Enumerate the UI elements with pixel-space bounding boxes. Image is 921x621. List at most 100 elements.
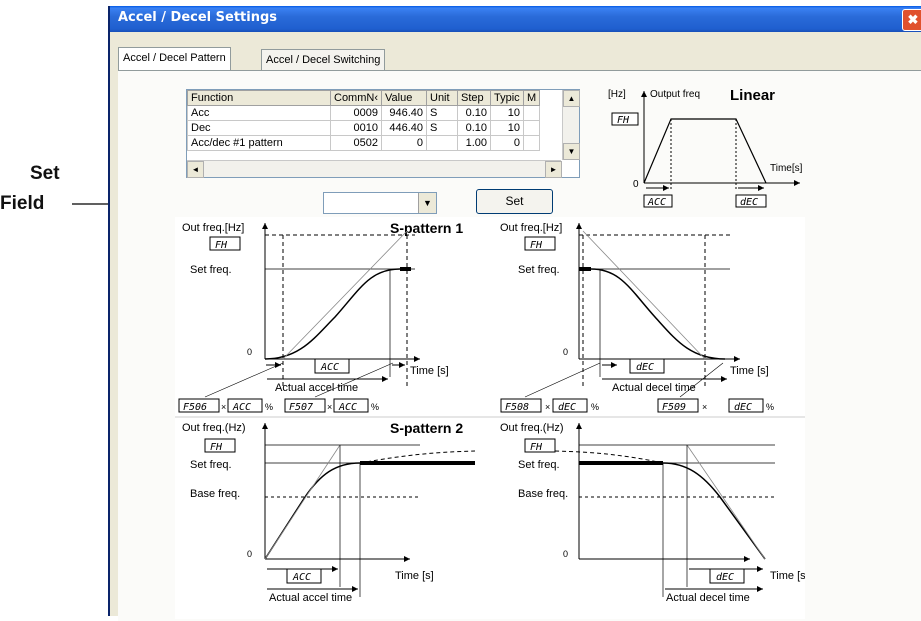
cell-unit[interactable] [426, 135, 458, 151]
set-field-dropdown[interactable]: ▼ [323, 192, 437, 214]
column-header-unit[interactable]: Unit [426, 90, 458, 106]
linear-ylabel: Output freq [650, 89, 700, 100]
s1-times-3: × [545, 402, 550, 412]
acc-display-text: ACC [647, 197, 666, 208]
s2-set-freq-decel: Set freq. [518, 459, 560, 471]
linear-time-label: Time[s] [770, 163, 803, 174]
cell-function[interactable]: Acc [187, 105, 331, 121]
cell-typical[interactable]: 10 [490, 120, 524, 136]
s2-base-freq-accel: Base freq. [190, 488, 240, 500]
s1-zero-accel: 0 [247, 347, 252, 357]
cell-typical[interactable]: 10 [490, 105, 524, 121]
cell-m[interactable] [522, 135, 541, 151]
s2-title: S-pattern 2 [390, 420, 463, 436]
s1-dec-box: dEC [636, 362, 654, 373]
cell-function[interactable]: Dec [187, 120, 331, 136]
column-header-step[interactable]: Step [457, 90, 491, 106]
s1-times-1: × [221, 402, 226, 412]
cell-m[interactable] [522, 120, 541, 136]
s2-acc-box: ACC [292, 572, 311, 583]
table-row[interactable]: Acc 0009 946.40 S 0.10 10 [187, 105, 541, 121]
s1-time-accel: Time [s] [410, 365, 449, 377]
cell-commno[interactable]: 0010 [330, 120, 382, 136]
s1-f508-box: F508 [505, 402, 529, 413]
cell-m[interactable] [522, 105, 541, 121]
table-row[interactable]: Dec 0010 446.40 S 0.10 10 [187, 120, 541, 136]
linear-pattern-diagram: [Hz] Output freq Linear FH 0 Time[s] ACC… [608, 87, 803, 208]
s1-f509-box: F509 [662, 402, 686, 413]
dec-display-text: dEC [740, 197, 758, 208]
s1-f506-box: F506 [183, 402, 207, 413]
parameter-grid[interactable]: Function CommN‹ Value Unit Step Typic M … [186, 89, 580, 178]
vertical-scrollbar[interactable]: ▲ ▼ [562, 90, 580, 160]
s1-times-4: × [702, 402, 707, 412]
column-header-function[interactable]: Function [187, 90, 331, 106]
scroll-right-icon[interactable]: ► [545, 161, 562, 178]
window-title: Accel / Decel Settings [118, 10, 278, 25]
s1-set-freq-accel: Set freq. [190, 264, 232, 276]
s2-time-accel: Time [s] [395, 570, 434, 582]
s1-times-2: × [327, 402, 332, 412]
scroll-up-icon[interactable]: ▲ [563, 90, 580, 107]
s1-actual-decel: Actual decel time [612, 382, 696, 394]
s2-dec-box: dEC [716, 572, 734, 583]
s2-yaxis-accel: Out freq.(Hz) [182, 422, 246, 434]
s1-set-freq-decel: Set freq. [518, 264, 560, 276]
cell-commno[interactable]: 0009 [330, 105, 382, 121]
s1-time-decel: Time [s] [730, 365, 769, 377]
s1-title: S-pattern 1 [390, 220, 463, 236]
table-row[interactable]: Acc/dec #1 pattern 0502 0 1.00 0 [187, 135, 541, 151]
s1-dec-mult-1: dEC [558, 402, 576, 413]
s1-pct-4: % [766, 402, 774, 412]
tab-panel: Function CommN‹ Value Unit Step Typic M … [118, 70, 921, 621]
s2-zero-accel: 0 [247, 549, 252, 559]
column-header-value[interactable]: Value [381, 90, 427, 106]
s2-time-decel: Time [s] [770, 570, 805, 582]
s2-actual-decel: Actual decel time [666, 592, 750, 604]
settings-window: Accel / Decel Settings ✖ Accel / Decel P… [108, 6, 921, 621]
title-bar[interactable]: Accel / Decel Settings ✖ [110, 6, 921, 32]
tab-accel-decel-switching[interactable]: Accel / Decel Switching [261, 49, 386, 71]
horizontal-scrollbar[interactable]: ◄ ► [187, 160, 562, 178]
s2-yaxis-decel: Out freq.(Hz) [500, 422, 564, 434]
s1-fh-accel: FH [215, 240, 228, 251]
linear-hz-label: [Hz] [608, 89, 626, 100]
s2-fh-decel: FH [530, 442, 543, 453]
cell-typical[interactable]: 0 [490, 135, 524, 151]
cell-step[interactable]: 0.10 [457, 120, 491, 136]
cell-unit[interactable]: S [426, 120, 458, 136]
cell-unit[interactable]: S [426, 105, 458, 121]
s1-yaxis-decel: Out freq.[Hz] [500, 222, 562, 234]
grid-header-row: Function CommN‹ Value Unit Step Typic M [187, 90, 541, 106]
column-header-commno[interactable]: CommN‹ [330, 90, 382, 106]
s2-set-freq-accel: Set freq. [190, 459, 232, 471]
scroll-left-icon[interactable]: ◄ [187, 161, 204, 178]
cell-commno[interactable]: 0502 [330, 135, 382, 151]
tab-accel-decel-pattern[interactable]: Accel / Decel Pattern [118, 47, 231, 71]
cell-step[interactable]: 1.00 [457, 135, 491, 151]
set-button[interactable]: Set [476, 189, 553, 214]
close-icon[interactable]: ✖ [902, 9, 921, 31]
s2-fh-accel: FH [210, 442, 223, 453]
linear-title: Linear [730, 87, 775, 104]
s2-base-freq-decel: Base freq. [518, 488, 568, 500]
s-pattern-diagrams: Out freq.[Hz] S-pattern 1 FH Set freq. 0 [175, 217, 805, 619]
cell-step[interactable]: 0.10 [457, 105, 491, 121]
s1-fh-decel: FH [530, 240, 543, 251]
chevron-down-icon[interactable]: ▼ [418, 193, 436, 213]
s1-acc-mult-2: ACC [338, 402, 357, 413]
cell-function[interactable]: Acc/dec #1 pattern [187, 135, 331, 151]
s2-actual-accel: Actual accel time [269, 592, 352, 604]
column-header-typical[interactable]: Typic [490, 90, 524, 106]
s1-dec-mult-2: dEC [734, 402, 752, 413]
column-header-m[interactable]: M [522, 90, 541, 106]
s1-pct-2: % [371, 402, 379, 412]
scroll-down-icon[interactable]: ▼ [563, 143, 580, 160]
s1-f507-box: F507 [289, 402, 313, 413]
fh-display-text: FH [617, 115, 630, 126]
cell-value[interactable]: 946.40 [381, 105, 427, 121]
s1-yaxis-accel: Out freq.[Hz] [182, 222, 244, 234]
s1-pct-3: % [591, 402, 599, 412]
cell-value[interactable]: 0 [381, 135, 427, 151]
cell-value[interactable]: 446.40 [381, 120, 427, 136]
